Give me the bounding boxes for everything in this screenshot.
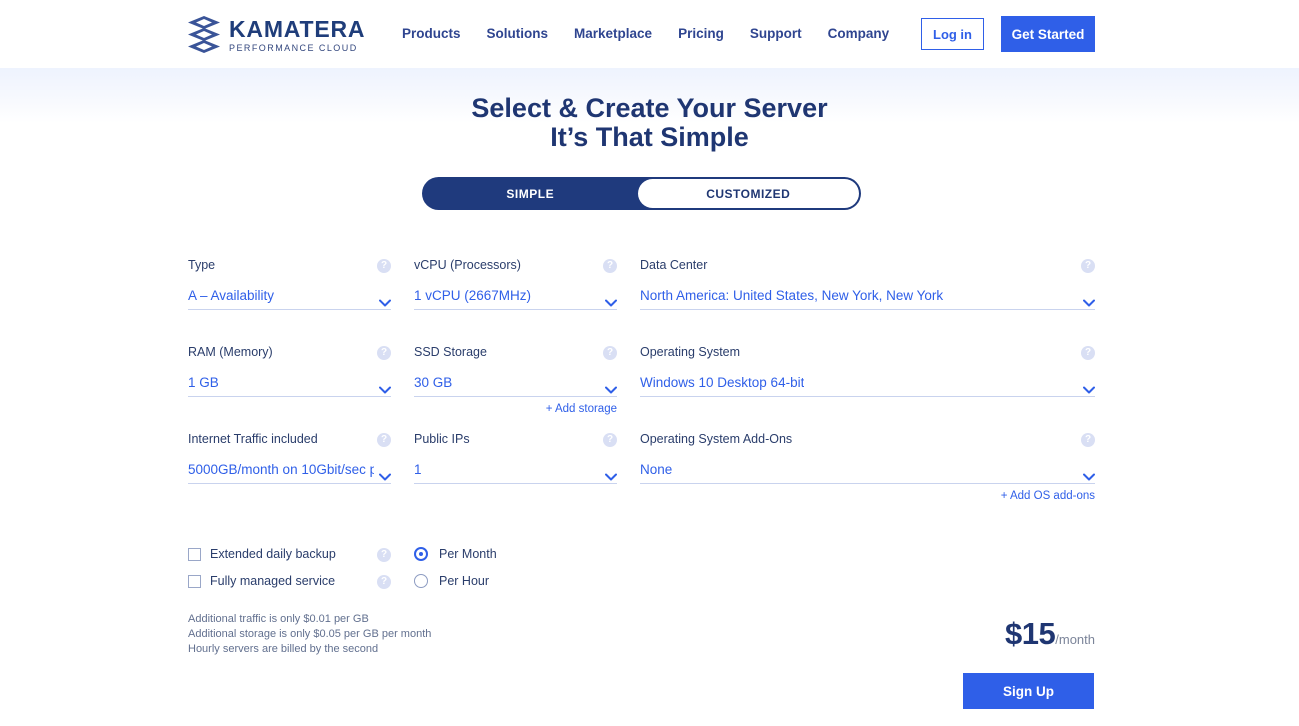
page-title-line1: Select & Create Your Server bbox=[471, 93, 828, 123]
select-value-os-addons: None bbox=[640, 462, 673, 477]
chevron-down-icon bbox=[605, 468, 617, 481]
page-root: KAMATERA PERFORMANCE CLOUD Products Solu… bbox=[0, 0, 1299, 726]
select-value-vcpu: 1 vCPU (2667MHz) bbox=[414, 288, 532, 303]
logo-subtitle: PERFORMANCE CLOUD bbox=[229, 43, 358, 53]
nav-item-pricing[interactable]: Pricing bbox=[678, 26, 750, 41]
chevron-down-icon bbox=[1083, 381, 1095, 394]
help-icon-public-ips[interactable]: ? bbox=[603, 433, 617, 447]
logo[interactable]: KAMATERA PERFORMANCE CLOUD bbox=[188, 15, 365, 55]
help-icon-vcpu[interactable]: ? bbox=[603, 259, 617, 273]
nav-item-support[interactable]: Support bbox=[750, 26, 828, 41]
label-extended-daily-backup: Extended daily backup bbox=[210, 547, 336, 561]
help-icon-internet-traffic[interactable]: ? bbox=[377, 433, 391, 447]
add-os-addons-link[interactable]: + Add OS add-ons bbox=[640, 490, 1095, 502]
select-os-addons[interactable]: None bbox=[640, 453, 1095, 484]
radio-per-month[interactable] bbox=[414, 547, 428, 561]
select-value-ram: 1 GB bbox=[188, 375, 219, 390]
main-nav: Products Solutions Marketplace Pricing S… bbox=[402, 26, 915, 41]
mode-toggle: SIMPLE CUSTOMIZED bbox=[422, 177, 861, 210]
option-per-hour[interactable]: Per Hour bbox=[414, 574, 489, 588]
select-value-ssd-storage: 30 GB bbox=[414, 375, 453, 390]
help-icon-ram[interactable]: ? bbox=[377, 346, 391, 360]
chevron-down-icon bbox=[1083, 294, 1095, 307]
label-per-hour: Per Hour bbox=[439, 574, 490, 588]
field-label-os-addons: Operating System Add-Ons bbox=[640, 432, 793, 446]
field-label-data-center: Data Center bbox=[640, 258, 708, 272]
select-operating-system[interactable]: Windows 10 Desktop 64-bit bbox=[640, 366, 1095, 397]
select-ssd-storage[interactable]: 30 GB bbox=[414, 366, 617, 397]
nav-item-company[interactable]: Company bbox=[828, 26, 916, 41]
help-icon-fully-managed-service[interactable]: ? bbox=[377, 575, 391, 589]
sign-up-button[interactable]: Sign Up bbox=[963, 673, 1094, 709]
site-header: KAMATERA PERFORMANCE CLOUD Products Solu… bbox=[0, 0, 1299, 68]
select-value-data-center: North America: United States, New York, … bbox=[640, 288, 944, 303]
toggle-option-customized[interactable]: CUSTOMIZED bbox=[637, 179, 859, 208]
field-label-ssd-storage: SSD Storage bbox=[414, 345, 487, 359]
select-value-type: A – Availability bbox=[188, 288, 275, 303]
pricing-note-storage: Additional storage is only $0.05 per GB … bbox=[188, 628, 432, 640]
checkbox-extended-daily-backup[interactable] bbox=[188, 547, 201, 561]
price-amount: $15 bbox=[1005, 616, 1056, 651]
add-storage-link[interactable]: + Add storage bbox=[414, 403, 617, 415]
checkbox-fully-managed-service[interactable] bbox=[188, 574, 201, 588]
field-label-ram: RAM (Memory) bbox=[188, 345, 273, 359]
nav-item-solutions[interactable]: Solutions bbox=[487, 26, 575, 41]
page-title-line2: It’s That Simple bbox=[550, 122, 749, 152]
field-label-vcpu: vCPU (Processors) bbox=[414, 258, 521, 272]
price-period: /month bbox=[1055, 632, 1095, 647]
pricing-notes: Additional traffic is only $0.01 per GB … bbox=[188, 612, 431, 657]
option-extended-daily-backup[interactable]: Extended daily backup bbox=[188, 547, 393, 561]
help-icon-os-addons[interactable]: ? bbox=[1081, 433, 1095, 447]
help-icon-operating-system[interactable]: ? bbox=[1081, 346, 1095, 360]
chevron-down-icon bbox=[605, 381, 617, 394]
option-fully-managed-service[interactable]: Fully managed service bbox=[188, 574, 393, 588]
nav-item-products[interactable]: Products bbox=[402, 26, 487, 41]
select-value-internet-traffic: 5000GB/month on 10Gbit/sec p bbox=[188, 462, 374, 477]
label-per-month: Per Month bbox=[439, 547, 497, 561]
select-vcpu[interactable]: 1 vCPU (2667MHz) bbox=[414, 279, 617, 310]
option-per-month[interactable]: Per Month bbox=[414, 547, 497, 561]
page-title: Select & Create Your Server It’s That Si… bbox=[0, 94, 1299, 152]
select-value-operating-system: Windows 10 Desktop 64-bit bbox=[640, 375, 805, 390]
help-icon-ssd-storage[interactable]: ? bbox=[603, 346, 617, 360]
select-value-public-ips: 1 bbox=[414, 462, 422, 477]
nav-item-marketplace[interactable]: Marketplace bbox=[574, 26, 678, 41]
get-started-button[interactable]: Get Started bbox=[1001, 16, 1095, 52]
login-button[interactable]: Log in bbox=[921, 18, 984, 50]
toggle-option-simple[interactable]: SIMPLE bbox=[422, 177, 639, 210]
field-label-internet-traffic: Internet Traffic included bbox=[188, 432, 318, 446]
chevron-down-icon bbox=[379, 294, 391, 307]
chevron-down-icon bbox=[605, 294, 617, 307]
chevron-down-icon bbox=[379, 468, 391, 481]
help-icon-data-center[interactable]: ? bbox=[1081, 259, 1095, 273]
logo-title: KAMATERA bbox=[229, 16, 366, 42]
select-data-center[interactable]: North America: United States, New York, … bbox=[640, 279, 1095, 310]
select-type[interactable]: A – Availability bbox=[188, 279, 391, 310]
label-fully-managed-service: Fully managed service bbox=[210, 574, 336, 588]
field-label-operating-system: Operating System bbox=[640, 345, 741, 359]
chevron-down-icon bbox=[1083, 468, 1095, 481]
help-icon-type[interactable]: ? bbox=[377, 259, 391, 273]
radio-per-hour[interactable] bbox=[414, 574, 428, 588]
field-label-public-ips: Public IPs bbox=[414, 432, 470, 446]
pricing-note-traffic: Additional traffic is only $0.01 per GB bbox=[188, 613, 369, 625]
pricing-note-hourly: Hourly servers are billed by the second bbox=[188, 643, 379, 655]
price-display: $15/month bbox=[1005, 616, 1095, 652]
select-public-ips[interactable]: 1 bbox=[414, 453, 617, 484]
chevron-down-icon bbox=[379, 381, 391, 394]
select-internet-traffic[interactable]: 5000GB/month on 10Gbit/sec p bbox=[188, 453, 391, 484]
select-ram[interactable]: 1 GB bbox=[188, 366, 391, 397]
kamatera-logo-icon bbox=[188, 15, 220, 55]
field-label-type: Type bbox=[188, 258, 216, 272]
help-icon-extended-daily-backup[interactable]: ? bbox=[377, 548, 391, 562]
